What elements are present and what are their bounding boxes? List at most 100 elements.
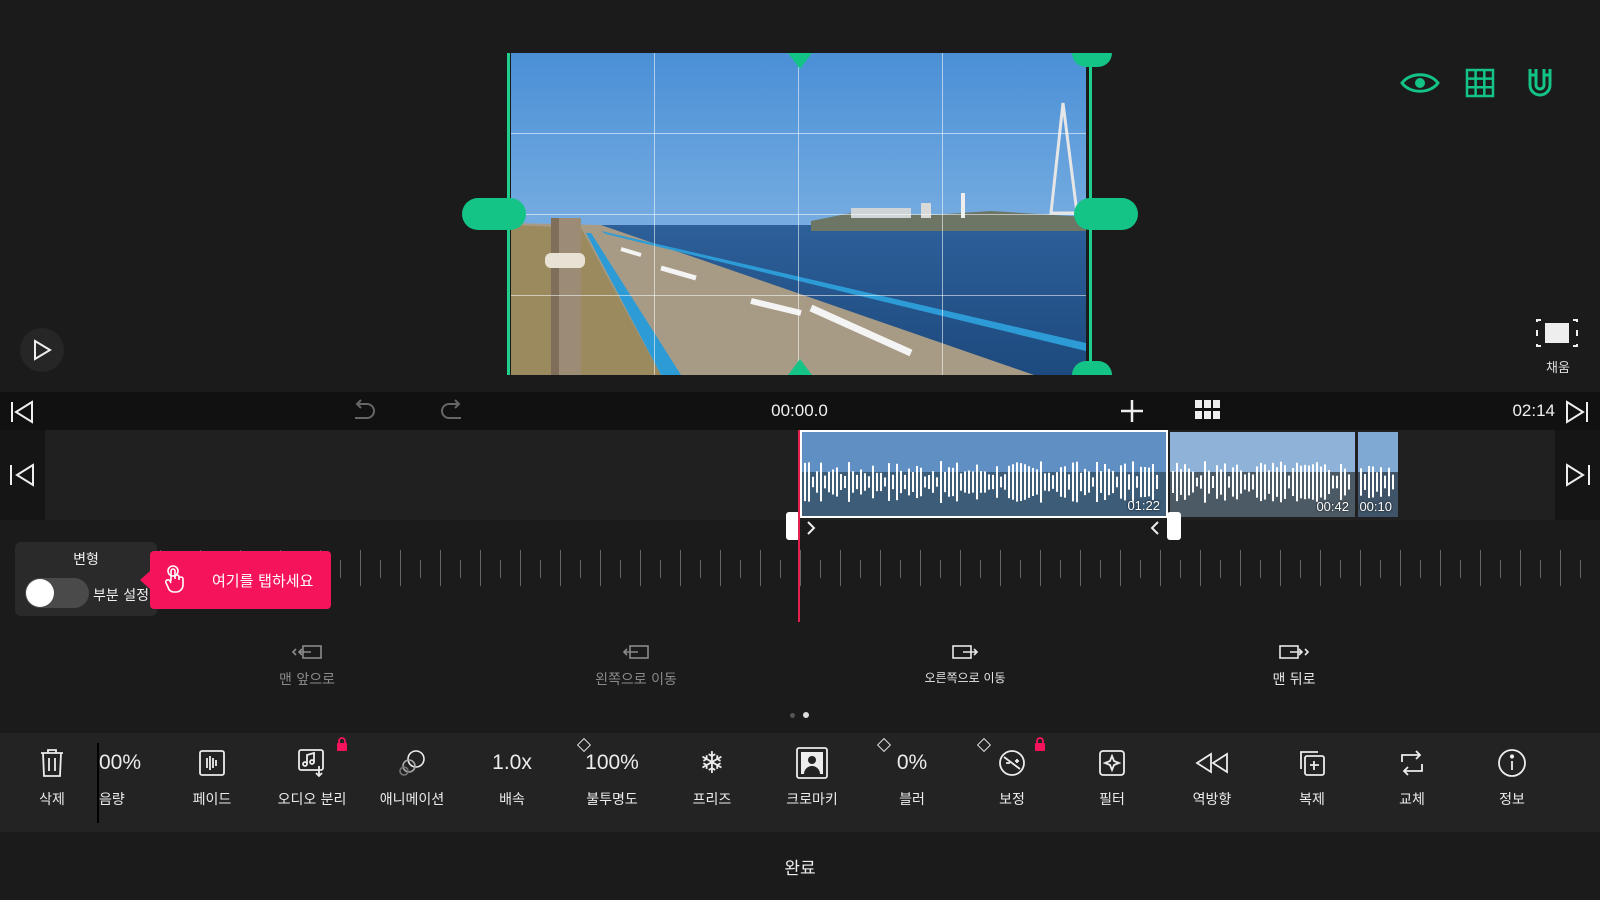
fill-label: 채움 [1546,361,1570,376]
replace-tool[interactable]: 교체 [1362,743,1462,823]
blur-value: 0% [896,751,928,774]
next-frame-button[interactable] [1555,430,1600,520]
done-button[interactable]: 완료 [0,832,1600,900]
filter-tool[interactable]: 필터 [1062,743,1162,823]
ruler-tick [840,550,841,586]
ruler-tick [1400,550,1401,586]
chroma-key-tool[interactable]: 크로마키 [762,743,862,823]
send-to-back-button[interactable]: 맨 뒤로 [1194,643,1394,689]
ruler-tick [540,560,541,578]
magnet-icon[interactable] [1519,62,1561,104]
ruler-tick [500,560,501,578]
resize-handle-left[interactable] [462,198,526,230]
snowflake-icon: ❄ [699,746,725,780]
ruler-tick [360,550,361,586]
ruler-tick [1220,560,1221,578]
tool-label: 복제 [1299,792,1325,808]
tool-label: 애니메이션 [379,792,445,808]
jump-to-end-icon[interactable] [1563,400,1591,428]
speed-tool[interactable]: 1.0x 배속 [462,743,562,823]
animation-tool[interactable]: 애니메이션 [362,743,462,823]
fill-icon [1536,319,1578,347]
chevron-right-icon [806,520,816,539]
adjust-tool[interactable]: 보정 [962,737,1062,823]
resize-handle-top[interactable] [788,53,812,69]
ruler-tick [940,560,941,578]
reverse-tool[interactable]: 역방향 [1162,743,1262,823]
audio-detach-tool[interactable]: 오디오 분리 [262,737,362,823]
ruler-tick [1360,550,1361,586]
ruler-tick [640,550,641,586]
opacity-tool[interactable]: 100% 불투명도 [562,737,662,823]
delete-tool[interactable]: 삭제 [2,743,102,823]
move-left-button[interactable]: 왼쪽으로 이동 [536,643,736,689]
page-dot [790,713,795,718]
info-icon [1498,749,1526,777]
ruler-tick [1000,550,1001,586]
timeline-clip[interactable]: 00:10 [1358,432,1398,517]
ruler-tick [1560,550,1561,586]
ruler-tick [560,550,561,586]
audio-detach-icon [298,749,324,778]
add-icon[interactable] [1119,398,1145,428]
grid-line [511,295,1086,296]
ruler-tick [1520,550,1521,586]
volume-tool[interactable]: 00% 음량 [97,743,172,823]
play-button[interactable] [20,328,64,372]
tool-label: 블러 [899,792,925,808]
ruler-tick [380,560,381,578]
duplicate-tool[interactable]: 복제 [1262,743,1362,823]
multi-select-icon[interactable] [1195,400,1221,424]
info-tool[interactable]: 정보 [1462,743,1562,823]
ruler-tick [1140,560,1141,578]
ruler-tick [1320,550,1321,586]
move-right-button[interactable]: 오른쪽으로 이동 [865,643,1065,686]
jump-to-start-icon[interactable] [8,400,36,428]
ruler-tick [780,560,781,578]
trim-handle-right[interactable] [1167,512,1181,540]
ruler-tick [420,560,421,578]
tooltip-arrow [140,571,150,589]
tool-label: 필터 [1099,792,1125,808]
transform-panel: 변형 부분 설정 [15,542,157,616]
chroma-key-icon [796,747,828,779]
rotate-handle-bottom-right[interactable] [1072,361,1112,375]
ruler-tick [1100,560,1101,578]
ruler-tick [1280,550,1281,586]
edit-toolbar: 삭제 00% 음량 페이드 오디오 분리 애니메이션 1.0x 배속 100% … [0,733,1600,832]
ruler-tick [900,560,901,578]
ruler-tick [1460,560,1461,578]
fade-tool[interactable]: 페이드 [162,743,262,823]
adjust-icon [999,750,1025,776]
tool-label: 페이드 [192,792,232,808]
partial-setting-toggle[interactable] [25,578,89,608]
tap-hand-icon [164,565,184,593]
ruler-tick [1340,560,1341,578]
timeline-clip[interactable]: 00:42 [1170,432,1355,517]
ruler-tick [340,560,341,578]
ruler-tick [680,550,681,586]
resize-handle-right[interactable] [1074,198,1138,230]
ruler-tick [1420,560,1421,578]
ruler-tick [1160,550,1161,586]
ruler-tick [880,550,881,586]
tap-here-tooltip[interactable]: 여기를 탭하세요 [140,551,331,609]
undo-icon[interactable] [349,398,377,426]
blur-tool[interactable]: 0% 블러 [862,737,962,823]
preview-eye-icon[interactable] [1399,62,1441,104]
bring-to-front-button[interactable]: 맨 앞으로 [207,643,407,689]
play-icon [34,339,52,361]
freeze-tool[interactable]: ❄ 프리즈 [662,743,762,823]
ruler-tick [1540,560,1541,578]
duplicate-icon [1300,751,1325,776]
playhead[interactable] [798,430,800,622]
video-preview[interactable] [511,53,1086,375]
redo-icon[interactable] [439,398,467,426]
prev-frame-button[interactable] [0,430,45,520]
timeline-clip-selected[interactable]: 01:22 [800,430,1168,518]
grid-icon[interactable] [1459,62,1501,104]
fill-button[interactable] [1535,318,1579,348]
resize-handle-bottom[interactable] [788,359,812,375]
ruler-tick [1380,560,1381,578]
ruler-tick [1500,560,1501,578]
